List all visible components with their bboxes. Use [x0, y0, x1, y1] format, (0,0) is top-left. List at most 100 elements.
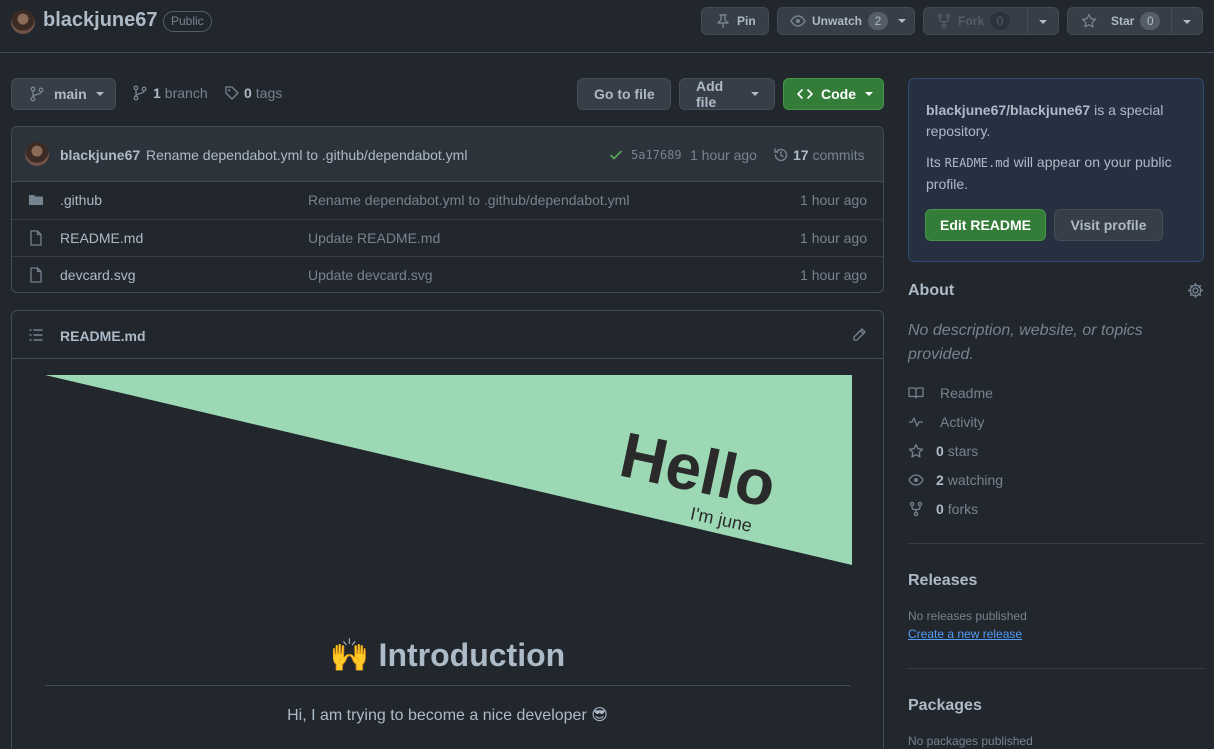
chevron-down-icon[interactable] — [1039, 20, 1047, 24]
heading-text: Introduction — [378, 637, 566, 673]
chevron-down-icon[interactable] — [898, 19, 907, 23]
commit-message[interactable]: Rename dependabot.yml to .github/dependa… — [146, 147, 467, 163]
about-item-readme[interactable]: Readme — [908, 385, 993, 401]
star-icon — [1081, 13, 1097, 29]
go-to-file-label: Go to file — [594, 86, 655, 102]
commit-history-link[interactable]: 17 commits — [793, 147, 865, 163]
star-counter: 0 — [1140, 12, 1161, 30]
star-label: Star — [1111, 14, 1135, 28]
table-row[interactable]: devcard.svg Update devcard.svg 1 hour ag… — [12, 256, 883, 292]
table-row[interactable]: README.md Update README.md 1 hour ago — [12, 219, 883, 256]
star-button[interactable]: Star 0 — [1067, 7, 1203, 35]
readme-filename[interactable]: README.md — [60, 328, 146, 344]
edit-readme-label: Edit README — [940, 217, 1031, 233]
chevron-down-icon — [95, 92, 104, 96]
tag-count: 0 — [244, 85, 252, 101]
file-commit-message[interactable]: Update README.md — [308, 230, 440, 246]
file-icon — [28, 267, 44, 283]
branches-link[interactable]: 1 branch — [133, 85, 208, 101]
gear-icon[interactable] — [1187, 282, 1204, 299]
add-file-button[interactable]: Add file — [679, 78, 775, 110]
visibility-badge: Public — [163, 11, 212, 32]
eye-icon — [790, 13, 806, 29]
special-readme-code: README.md — [944, 156, 1010, 170]
chevron-down-icon — [865, 92, 873, 96]
branch-name: main — [54, 86, 87, 102]
sidebar-divider — [908, 543, 1204, 544]
watch-button[interactable]: Unwatch 2 — [777, 7, 915, 35]
about-item-watching[interactable]: 2 watching — [908, 472, 1003, 488]
table-row[interactable]: .github Rename dependabot.yml to .github… — [12, 182, 883, 219]
about-item-label: watching — [947, 472, 1004, 488]
file-name[interactable]: .github — [60, 192, 102, 208]
commit-author[interactable]: blackjune67 — [60, 147, 140, 163]
fork-counter: 0 — [990, 12, 1011, 30]
file-name[interactable]: README.md — [60, 230, 143, 246]
edit-readme-button[interactable]: Edit README — [925, 209, 1046, 241]
special-line-2: Its README.md will appear on your public… — [926, 152, 1189, 195]
raising-hands-emoji: 🙌 — [329, 637, 370, 673]
releases-heading[interactable]: Releases — [908, 572, 977, 590]
book-icon — [908, 385, 924, 401]
code-label: Code — [821, 86, 856, 102]
file-age: 1 hour ago — [800, 230, 867, 246]
repo-title[interactable]: blackjune67 — [43, 9, 158, 32]
file-icon — [28, 230, 44, 246]
branch-select-button[interactable]: main — [11, 78, 116, 110]
pencil-icon[interactable] — [851, 327, 867, 343]
file-age: 1 hour ago — [800, 192, 867, 208]
add-file-label: Add file — [696, 78, 724, 110]
commit-time: 1 hour ago — [690, 147, 757, 163]
file-age: 1 hour ago — [800, 267, 867, 283]
list-unordered-icon[interactable] — [28, 327, 44, 343]
about-item-label: Activity — [940, 414, 985, 430]
about-item-count: 2 — [936, 472, 944, 488]
repo-forked-icon — [908, 501, 924, 517]
special-repo-path: blackjune67/blackjune67 — [926, 102, 1091, 118]
code-icon — [797, 86, 813, 102]
branch-word: branch — [164, 85, 208, 101]
about-item-activity[interactable]: Activity — [908, 414, 984, 430]
commit-sha[interactable]: 5a17689 — [631, 148, 682, 162]
readme-intro: Hi, I am trying to become a nice develop… — [287, 707, 608, 724]
special-line-2-prefix: Its — [926, 154, 945, 170]
tag-word: tags — [255, 85, 283, 101]
file-commit-message[interactable]: Update devcard.svg — [308, 267, 433, 283]
commit-word: commits — [812, 147, 865, 163]
about-description: No description, website, or topics provi… — [908, 322, 1143, 363]
create-release-link[interactable]: Create a new release — [908, 627, 1022, 641]
releases-empty-text: No releases published — [908, 609, 1027, 623]
repo-header: blackjune67 Public Pin Unwatch 2 Fork 0 … — [0, 0, 1214, 53]
visit-profile-button[interactable]: Visit profile — [1054, 209, 1163, 241]
chevron-down-icon[interactable] — [1183, 20, 1191, 24]
code-button[interactable]: Code — [783, 78, 884, 110]
pulse-icon — [908, 414, 924, 430]
git-branch-icon — [30, 86, 44, 102]
tag-icon — [224, 85, 240, 101]
branch-count: 1 — [153, 85, 161, 101]
latest-commit-bar: blackjune67 Rename dependabot.yml to .gi… — [12, 127, 883, 182]
tags-link[interactable]: 0 tags — [224, 85, 282, 101]
pin-icon — [715, 13, 731, 29]
fork-button[interactable]: Fork 0 — [923, 7, 1059, 35]
owner-avatar[interactable] — [11, 10, 35, 34]
file-commit-message[interactable]: Rename dependabot.yml to .github/dependa… — [308, 192, 629, 208]
history-icon — [773, 147, 789, 163]
packages-heading[interactable]: Packages — [908, 697, 982, 715]
star-divider — [1171, 8, 1172, 34]
about-heading: About — [908, 282, 955, 299]
about-item-stars[interactable]: 0 stars — [908, 443, 978, 459]
about-item-label: Readme — [940, 385, 993, 401]
pin-button[interactable]: Pin — [701, 7, 769, 35]
about-item-count: 0 — [936, 501, 944, 517]
file-name[interactable]: devcard.svg — [60, 267, 135, 283]
folder-icon — [28, 192, 44, 208]
avatar[interactable] — [25, 142, 49, 166]
check-icon[interactable] — [608, 147, 624, 163]
watch-counter: 2 — [868, 12, 889, 30]
go-to-file-button[interactable]: Go to file — [577, 78, 671, 110]
about-item-forks[interactable]: 0 forks — [908, 501, 978, 517]
fork-label: Fork — [958, 14, 985, 28]
git-branch-icon — [133, 85, 147, 101]
special-line-1: blackjune67/blackjune67 is a special rep… — [926, 100, 1189, 142]
